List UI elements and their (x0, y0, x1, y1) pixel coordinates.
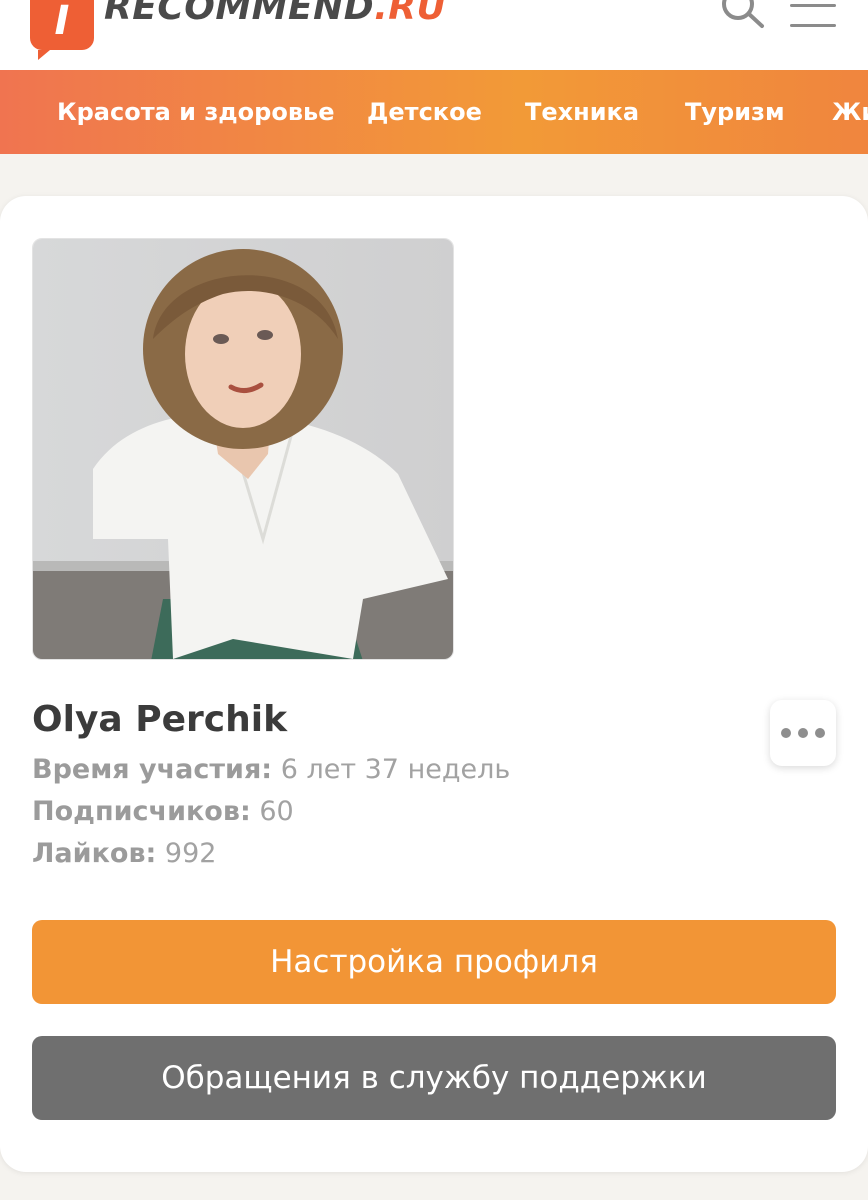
search-icon (722, 0, 764, 28)
stat-label: Лайков: (32, 838, 157, 869)
category-kids[interactable]: Детское (367, 70, 482, 154)
hamburger-menu-icon (790, 24, 836, 27)
search-button[interactable] (718, 0, 770, 34)
stat-label: Время участия: (32, 754, 273, 785)
more-dots-icon (798, 728, 808, 738)
stat-membership: Время участия: 6 лет 37 недель (32, 754, 510, 785)
stat-value: 992 (164, 838, 217, 869)
top-bar: I RECOMMEND.RU (0, 0, 868, 70)
more-dots-icon (815, 728, 825, 738)
logo-badge: I (30, 0, 94, 60)
logo-text: RECOMMEND.RU (104, 0, 446, 26)
stat-value: 60 (259, 796, 294, 827)
logo-tld: .RU (374, 0, 447, 28)
category-beauty-health[interactable]: Красота и здоровье (57, 70, 334, 154)
category-tech[interactable]: Техника (525, 70, 639, 154)
more-options-button[interactable] (770, 700, 836, 766)
stat-value: 6 лет 37 недель (280, 754, 511, 785)
menu-button[interactable] (788, 0, 840, 34)
profile-card: Olya Perchik Время участия: 6 лет 37 нед… (0, 196, 868, 1172)
profile-settings-button[interactable]: Настройка профиля (32, 920, 836, 1004)
profile-name: Olya Perchik (32, 699, 288, 740)
category-nav: Красота и здоровье Детское Техника Туриз… (0, 70, 868, 154)
more-dots-icon (781, 728, 791, 738)
stat-likes: Лайков: 992 (32, 838, 216, 869)
support-requests-button[interactable]: Обращения в службу поддержки (32, 1036, 836, 1120)
site-logo[interactable]: I RECOMMEND.RU (30, 0, 446, 60)
stat-label: Подписчиков: (32, 796, 251, 827)
stat-subscribers[interactable]: Подписчиков: 60 (32, 796, 294, 827)
category-tourism[interactable]: Туризм (685, 70, 785, 154)
profile-photo-image (33, 239, 453, 659)
category-home[interactable]: Жи (832, 70, 868, 154)
profile-photo (32, 238, 454, 660)
hamburger-menu-icon (790, 4, 836, 7)
logo-word: RECOMMEND (104, 0, 375, 28)
